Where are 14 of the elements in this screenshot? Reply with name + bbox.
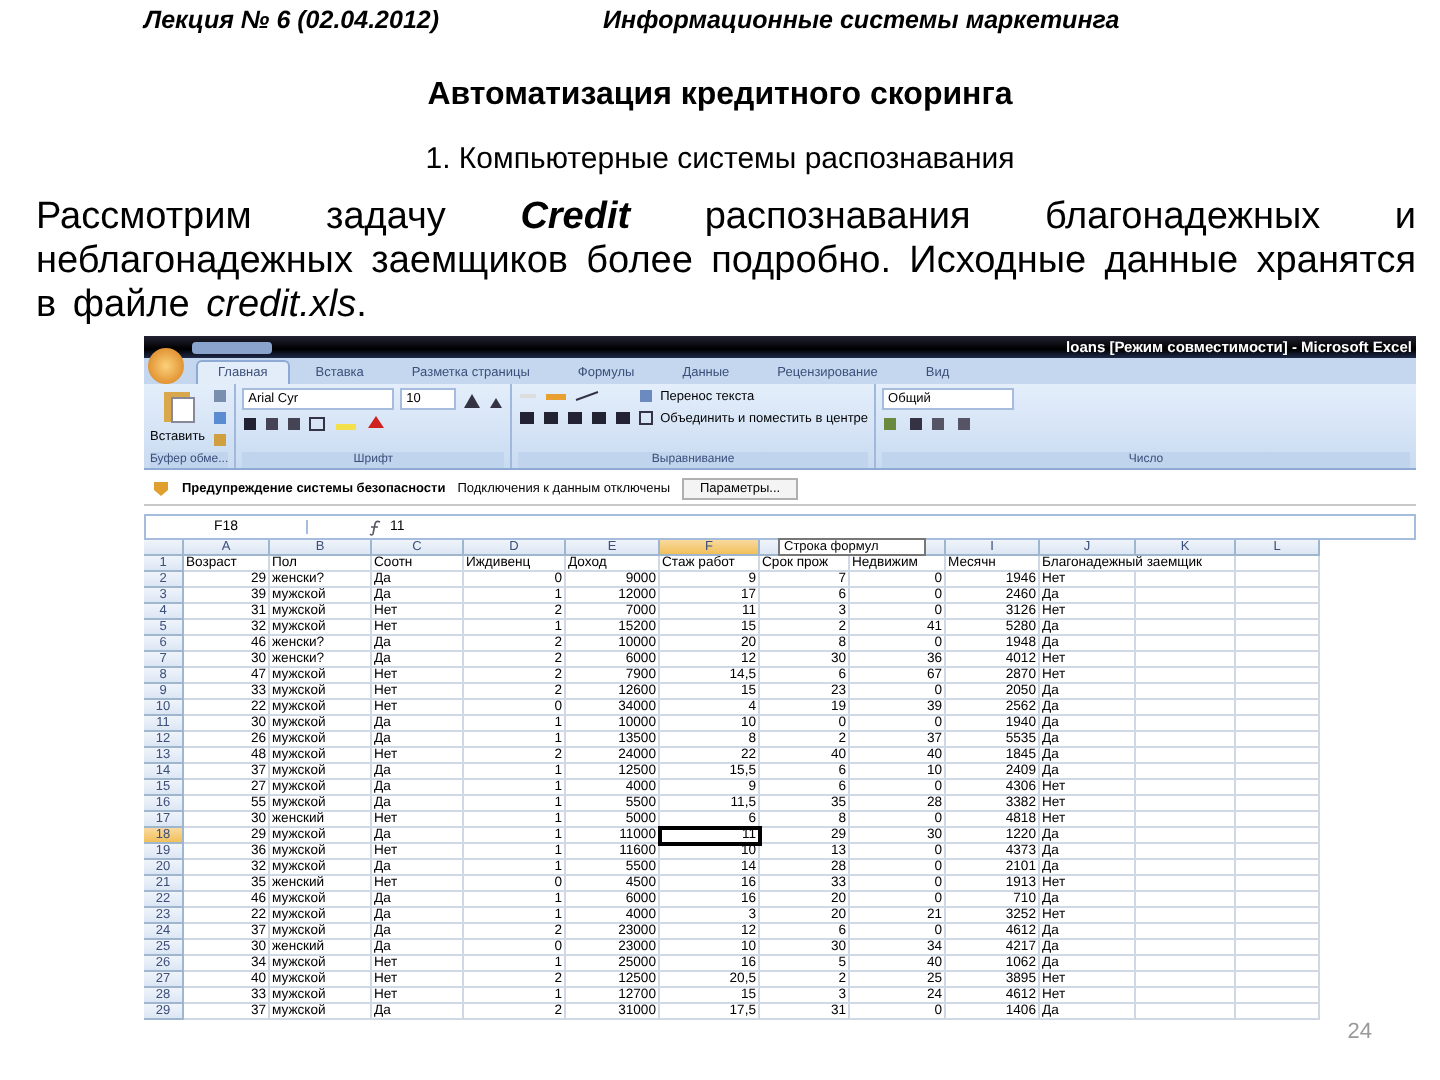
slide-title: Автоматизация кредитного скоринга [425,78,1015,114]
course-title: Информационные системы маркетинга [603,6,1120,34]
paragraph: Рассмотрим задачу Credit распознавания благонадежных и неблагонадежных заемщиков более подробно. Исходные данные хранятся в файле credit.xls. [36,196,1416,328]
page-number: 24 [1347,1020,1372,1044]
function-icon[interactable] [368,519,382,535]
grow-font-icon[interactable] [462,391,483,407]
section-heading: 1. Компьютерные системы распознавания [423,142,1017,176]
font-color-icon[interactable] [364,416,389,432]
lecture-label: Лекция № 6 (02.04.2012) [144,6,440,34]
quick-access-toolbar[interactable] [192,341,272,353]
borders-icon[interactable] [308,416,329,432]
office-button[interactable] [148,348,184,384]
merge-icon[interactable] [638,410,655,426]
orientation-icon[interactable] [574,388,603,404]
